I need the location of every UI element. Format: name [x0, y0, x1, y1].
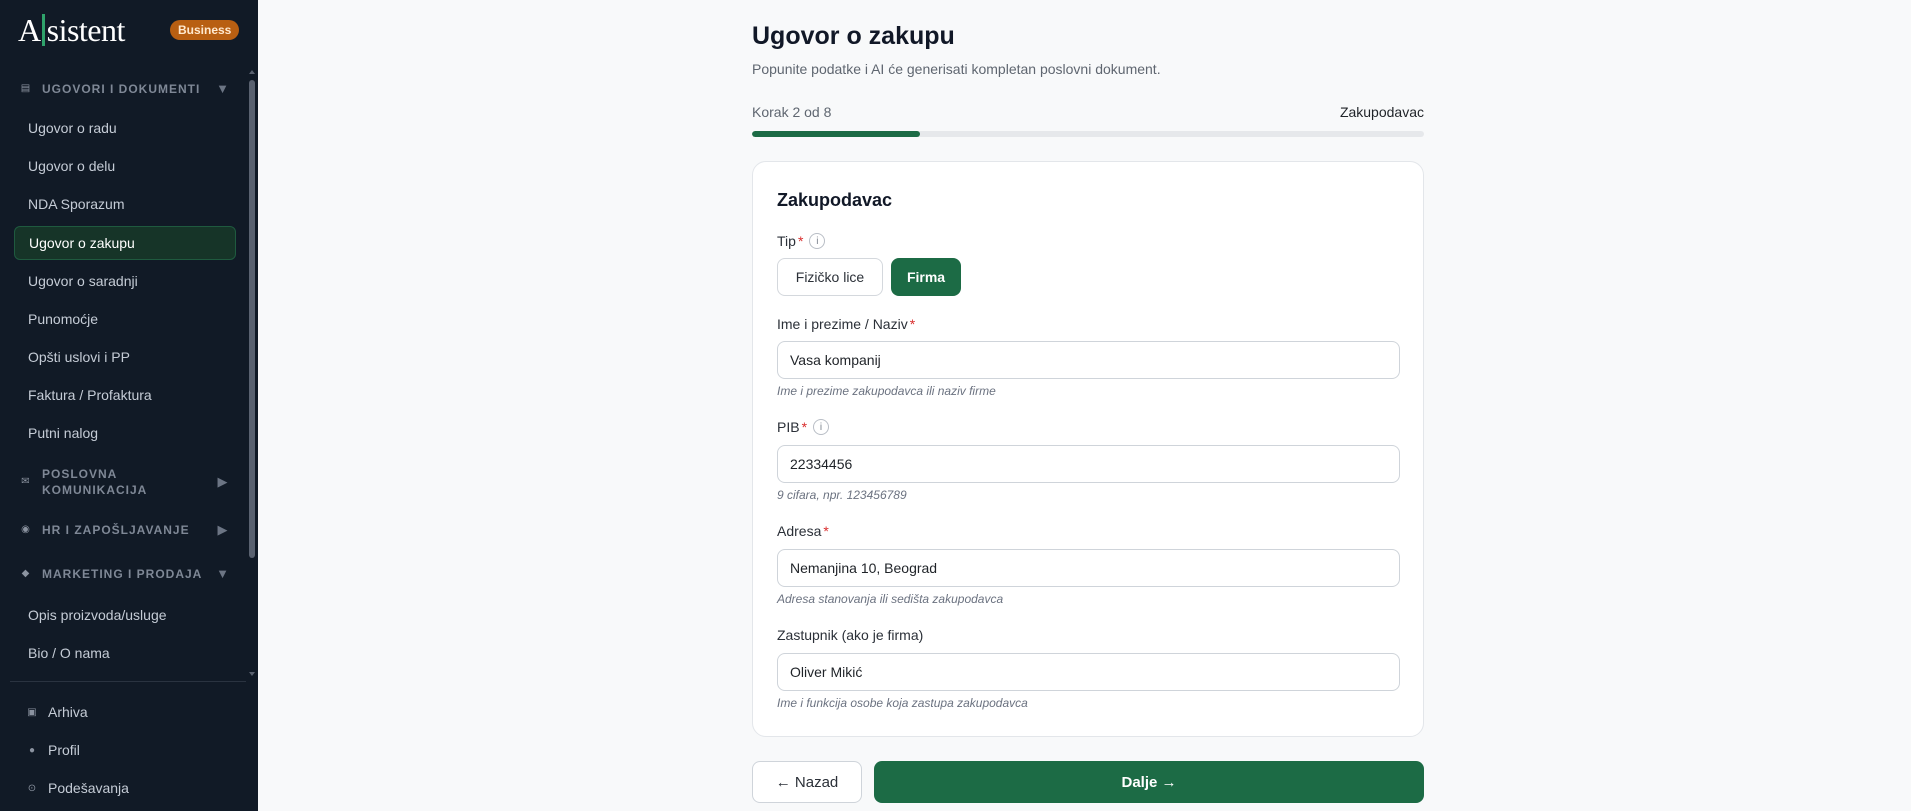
mail-icon: ✉ — [21, 476, 31, 487]
info-icon[interactable]: i — [809, 233, 826, 249]
archive-icon: ▣ — [27, 706, 37, 718]
chevron-right-icon: ▶ — [217, 522, 229, 537]
sidebar-item-label: Opšti uslovi i PP — [28, 349, 130, 365]
sidebar-item-ugovor-o-radu[interactable]: Ugovor o radu — [14, 111, 236, 145]
sidebar-item-label: Ugovor o radu — [28, 120, 117, 136]
sidebar-item-label: Ugovor o saradnji — [28, 273, 138, 289]
section-label: Poslovna komunikacija — [42, 467, 148, 497]
form-section-title: Zakupodavac — [777, 190, 893, 210]
sidebar-item-punomocje[interactable]: Punomoćje — [14, 302, 236, 336]
sidebar-item-label: Bio / O nama — [28, 645, 110, 661]
representative-input[interactable] — [777, 653, 1400, 691]
sidebar-item-label: Ugovor o zakupu — [29, 235, 135, 251]
sidebar-item-nda-sporazum[interactable]: NDA Sporazum — [14, 187, 236, 221]
profile-dot-icon: ● — [28, 744, 36, 756]
pib-label: PIB * i — [777, 419, 830, 435]
representative-hint: Ime i funkcija osobe koja zastupa zakupo… — [777, 696, 1028, 710]
tip-option-fizicko-lice[interactable]: Fizičko lice — [777, 258, 883, 296]
sidebar-item-bio-o-nama[interactable]: Bio / O nama — [14, 636, 236, 670]
section-hr-i-zaposljavanje[interactable]: ◉ HR i zapošljavanje ▶ — [20, 522, 230, 538]
scroll-thumb[interactable] — [249, 80, 255, 558]
back-button[interactable]: ← Nazad — [752, 761, 862, 803]
required-asterisk: * — [909, 316, 916, 332]
required-asterisk: * — [801, 419, 808, 435]
section-label: HR i zapošljavanje — [42, 523, 190, 537]
step-counter: Korak 2 od 8 — [752, 104, 832, 120]
sidebar-item-profil[interactable]: ● Profil — [26, 735, 80, 765]
progress-fill — [752, 131, 920, 137]
people-icon: ◉ — [21, 524, 31, 535]
logo-letters-rest: sistent — [46, 11, 126, 48]
required-asterisk: * — [823, 523, 829, 539]
app-logo[interactable]: Asistent — [18, 10, 125, 50]
next-button[interactable]: Dalje → — [874, 761, 1424, 803]
sidebar: Asistent Business ▤ Ugovori i dokumenti … — [0, 0, 258, 811]
representative-label: Zastupnik (ako je firma) — [777, 627, 923, 643]
sidebar-item-label: Faktura / Profaktura — [28, 387, 152, 403]
tip-option-firma[interactable]: Firma — [891, 258, 961, 296]
name-input[interactable] — [777, 341, 1400, 379]
field-label-text: Zastupnik (ako je firma) — [777, 627, 924, 643]
plan-badge: Business — [170, 20, 240, 40]
sidebar-item-arhiva[interactable]: ▣ Arhiva — [26, 697, 88, 727]
page-title: Ugovor o zakupu — [752, 22, 955, 50]
address-label: Adresa * — [777, 523, 829, 539]
sidebar-item-label: Opis proizvoda/usluge — [28, 607, 167, 623]
pib-input[interactable] — [777, 445, 1400, 483]
scroll-up-arrow-icon[interactable] — [249, 70, 255, 74]
field-label-text: Tip — [777, 233, 796, 249]
progress-bar — [752, 131, 1424, 137]
pib-hint: 9 cifara, npr. 123456789 — [777, 488, 907, 502]
name-label: Ime i prezime / Naziv * — [777, 316, 915, 332]
sidebar-item-faktura[interactable]: Faktura / Profaktura — [14, 378, 236, 412]
sidebar-divider — [10, 681, 246, 682]
field-label-text: PIB — [777, 419, 800, 435]
info-icon[interactable]: i — [813, 419, 830, 435]
sidebar-item-putni-nalog[interactable]: Putni nalog — [14, 416, 236, 450]
step-name: Zakupodavac — [1339, 104, 1424, 120]
sidebar-item-opsti-uslovi[interactable]: Opšti uslovi i PP — [14, 340, 236, 374]
form-card: Zakupodavac Tip * i Fizičko lice Firma I… — [752, 161, 1424, 737]
address-input[interactable] — [777, 549, 1400, 587]
chevron-down-icon: ▼ — [216, 81, 230, 96]
sidebar-item-ugovor-o-zakupu[interactable]: Ugovor o zakupu — [14, 226, 236, 260]
logo-cursor-mark — [41, 14, 45, 46]
section-ugovori-i-dokumenti[interactable]: ▤ Ugovori i dokumenti ▼ — [20, 81, 230, 97]
name-hint: Ime i prezime zakupodavca ili naziv firm… — [777, 384, 996, 398]
scroll-down-arrow-icon[interactable] — [249, 672, 255, 676]
sidebar-item-label: Profil — [48, 742, 80, 758]
sidebar-item-label: Punomoćje — [28, 311, 99, 327]
address-hint: Adresa stanovanja ili sedišta zakupodavc… — [777, 592, 1004, 606]
sidebar-item-label: Ugovor o delu — [28, 158, 116, 174]
diamond-icon: ◆ — [21, 568, 31, 579]
logo-wordmark: Asistent — [18, 12, 125, 49]
sidebar-item-label: Putni nalog — [28, 425, 99, 441]
sidebar-item-label: Podešavanja — [48, 780, 129, 796]
section-poslovna-komunikacija[interactable]: ✉ Poslovna komunikacija ▶ — [20, 466, 230, 498]
sidebar-item-ugovor-o-delu[interactable]: Ugovor o delu — [14, 149, 236, 183]
sidebar-item-label: Arhiva — [48, 704, 88, 720]
sidebar-item-label: NDA Sporazum — [28, 196, 125, 212]
sidebar-item-podesavanja[interactable]: ⊙ Podešavanja — [26, 773, 129, 803]
page-subtitle: Popunite podatke i AI će generisati komp… — [752, 61, 1161, 77]
tip-label: Tip * i — [777, 233, 826, 249]
chevron-right-icon: ▶ — [217, 474, 229, 489]
field-label-text: Adresa — [777, 523, 822, 539]
required-asterisk: * — [797, 233, 804, 249]
chevron-down-icon: ▼ — [216, 566, 230, 581]
sidebar-scrollbar[interactable] — [249, 70, 255, 680]
section-label: Ugovori i dokumenti — [42, 82, 201, 96]
field-label-text: Ime i prezime / Naziv — [777, 316, 908, 332]
logo-letter-a: A — [18, 11, 41, 48]
settings-icon: ⊙ — [27, 782, 37, 794]
section-label: Marketing i prodaja — [42, 567, 203, 581]
step-indicator: Korak 2 od 8 Zakupodavac — [752, 104, 1424, 122]
document-stack-icon: ▤ — [20, 83, 32, 94]
sidebar-item-ugovor-o-saradnji[interactable]: Ugovor o saradnji — [14, 264, 236, 298]
section-marketing-i-prodaja[interactable]: ◆ Marketing i prodaja ▼ — [20, 566, 230, 582]
sidebar-item-opis-proizvoda[interactable]: Opis proizvoda/usluge — [14, 598, 236, 632]
